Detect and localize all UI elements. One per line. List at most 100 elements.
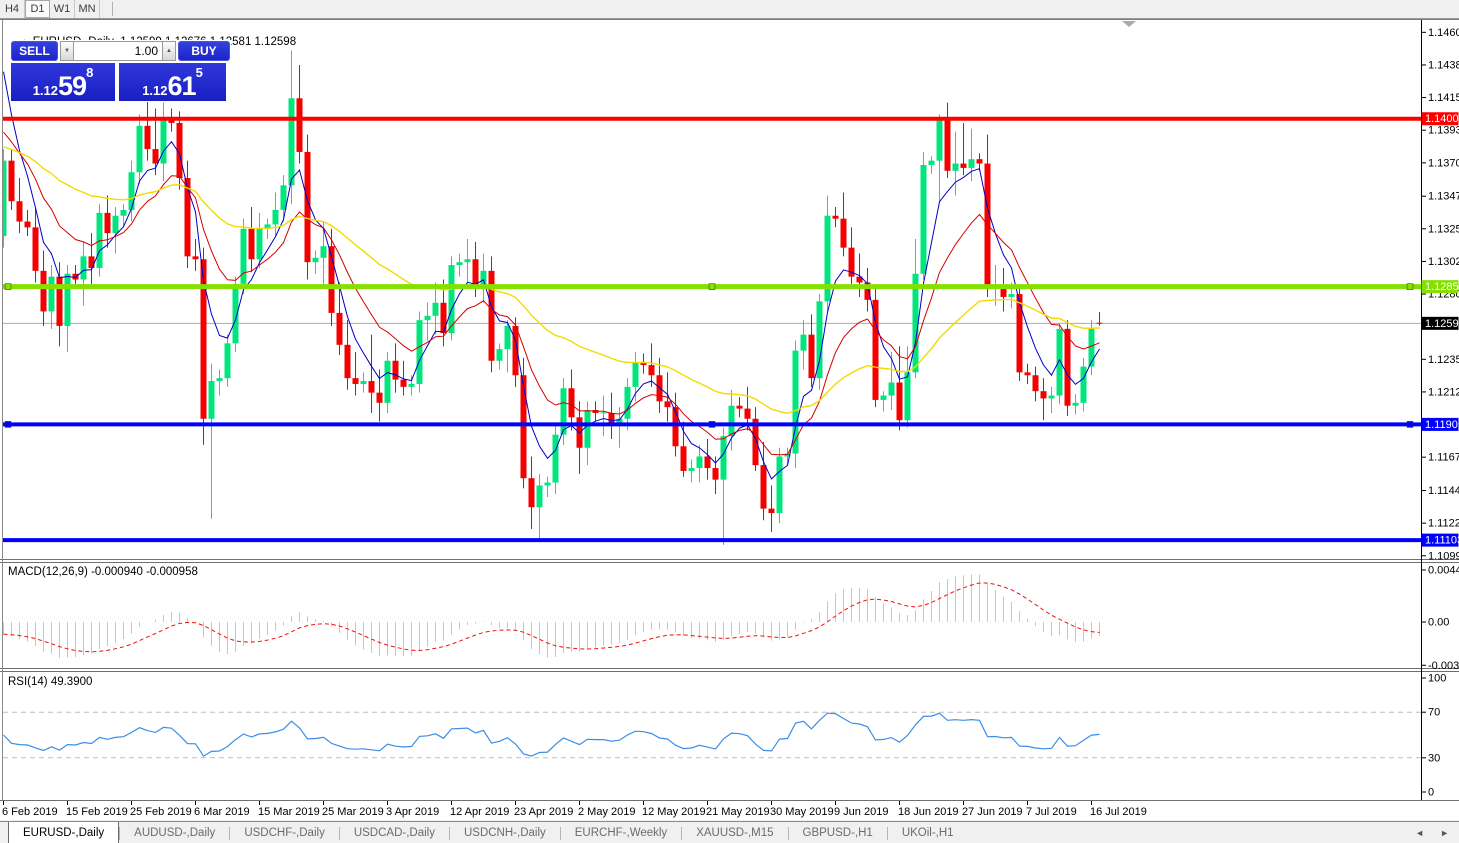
chart-tab-1[interactable]: AUDUSD-,Daily [120, 822, 229, 843]
candle-body [537, 485, 543, 507]
candle-body [257, 229, 263, 259]
sell-price-box[interactable]: 1.12598 [11, 63, 115, 101]
candle-body [561, 388, 567, 434]
price-tick-label: 1.10995 [1428, 550, 1459, 562]
candle-body [345, 345, 351, 378]
chart-tab-6[interactable]: XAUUSD-,M15 [682, 822, 787, 843]
candle-body [1, 161, 7, 236]
candle-series [1, 50, 1103, 544]
candle-body [241, 229, 247, 284]
moving-average-line-0 [4, 72, 1100, 479]
candle-body [1089, 329, 1095, 367]
volume-decrease-button[interactable]: ▼ [60, 41, 74, 61]
line-drag-handle[interactable] [5, 284, 11, 290]
price-label: 1.12598 [1422, 317, 1459, 330]
tab-scroll-right-icon[interactable]: ► [1440, 828, 1449, 838]
candle-body [313, 258, 319, 262]
candle-body [281, 185, 287, 210]
candle-body [41, 271, 47, 312]
candle-body [737, 406, 743, 409]
svg-text:1.14009: 1.14009 [1425, 113, 1459, 125]
candle-body [353, 378, 359, 384]
chart-tab-4[interactable]: USDCNH-,Daily [450, 822, 560, 843]
candle-body [841, 219, 847, 248]
buy-price-prefix: 1.12 [142, 81, 167, 101]
candle-body [897, 383, 903, 421]
candle-body [57, 277, 63, 326]
line-drag-handle[interactable] [709, 284, 715, 290]
macd-label: MACD(12,26,9) -0.000940 -0.000958 [8, 566, 198, 578]
line-drag-handle[interactable] [1407, 421, 1413, 427]
candle-body [1065, 329, 1071, 406]
candle-body [1057, 329, 1063, 396]
candle-body [217, 378, 223, 381]
candle-body [369, 381, 375, 393]
candle-body [929, 161, 935, 165]
chart-canvas[interactable]: 1.146051.143801.141551.139301.137051.134… [0, 0, 1459, 843]
volume-stepper: ▼ ▲ [60, 41, 176, 61]
date-tick-label: 25 Feb 2019 [130, 806, 192, 818]
sell-button[interactable]: SELL [11, 41, 58, 61]
chart-tab-8[interactable]: UKOil-,H1 [888, 822, 968, 843]
buy-button[interactable]: BUY [178, 41, 230, 61]
chart-tab-7[interactable]: GBPUSD-,H1 [789, 822, 887, 843]
price-tick-label: 1.13705 [1428, 157, 1459, 169]
candle-body [705, 456, 711, 468]
chart-tab-0[interactable]: EURUSD-,Daily [8, 822, 119, 843]
candle-body [321, 246, 327, 258]
candle-body [569, 388, 575, 417]
volume-increase-button[interactable]: ▲ [162, 41, 176, 61]
svg-text:1.12598: 1.12598 [1425, 318, 1459, 330]
candle-body [441, 303, 447, 333]
price-label: 1.11901 [1422, 418, 1459, 431]
candle-body [361, 381, 367, 384]
chart-tab-2[interactable]: USDCHF-,Daily [230, 822, 339, 843]
candle-body [65, 274, 71, 326]
candle-body [801, 335, 807, 351]
candle-body [465, 259, 471, 262]
sell-price-big: 59 [58, 72, 86, 101]
candle-body [649, 365, 655, 375]
tab-scroll-left-icon[interactable]: ◄ [1415, 828, 1424, 838]
triangle-up-icon: ▲ [166, 48, 172, 54]
moving-average-line-2 [4, 147, 1100, 414]
buy-price-box[interactable]: 1.12615 [119, 63, 226, 101]
price-tick-label: 1.13930 [1428, 125, 1459, 137]
candle-body [121, 210, 127, 216]
buy-price-sup: 5 [196, 66, 203, 79]
candle-body [881, 396, 887, 400]
candle-body [457, 262, 463, 265]
price-tick-label: 1.12125 [1428, 386, 1459, 398]
candle-body [697, 456, 703, 468]
price-tick-label: 1.13475 [1428, 191, 1459, 203]
candle-body [769, 509, 775, 513]
price-tick-label: 1.13025 [1428, 256, 1459, 268]
date-tick-label: 27 Jun 2019 [962, 806, 1023, 818]
candle-body [273, 210, 279, 225]
candle-body [673, 407, 679, 446]
candle-body [713, 468, 719, 480]
chart-tab-5[interactable]: EURCHF-,Weekly [561, 822, 681, 843]
candle-body [665, 401, 671, 407]
chart-shift-marker-icon[interactable] [1122, 21, 1136, 27]
candle-body [553, 435, 559, 483]
candle-body [761, 465, 767, 509]
rsi-axis-label: 100 [1428, 673, 1446, 685]
candle-body [417, 320, 423, 384]
candle-body [137, 126, 143, 172]
volume-input[interactable] [74, 41, 162, 61]
candle-body [873, 300, 879, 400]
candle-body [521, 375, 527, 478]
chart-tab-3[interactable]: USDCAD-,Daily [340, 822, 449, 843]
line-drag-handle[interactable] [1407, 284, 1413, 290]
line-drag-handle[interactable] [5, 421, 11, 427]
candle-body [945, 120, 951, 171]
candle-body [425, 316, 431, 320]
price-tick-label: 1.14605 [1428, 27, 1459, 39]
candle-body [729, 406, 735, 436]
candle-body [81, 256, 87, 279]
line-drag-handle[interactable] [709, 421, 715, 427]
date-tick-label: 6 Feb 2019 [2, 806, 58, 818]
candle-body [249, 229, 255, 259]
sell-price-sup: 8 [86, 66, 93, 79]
